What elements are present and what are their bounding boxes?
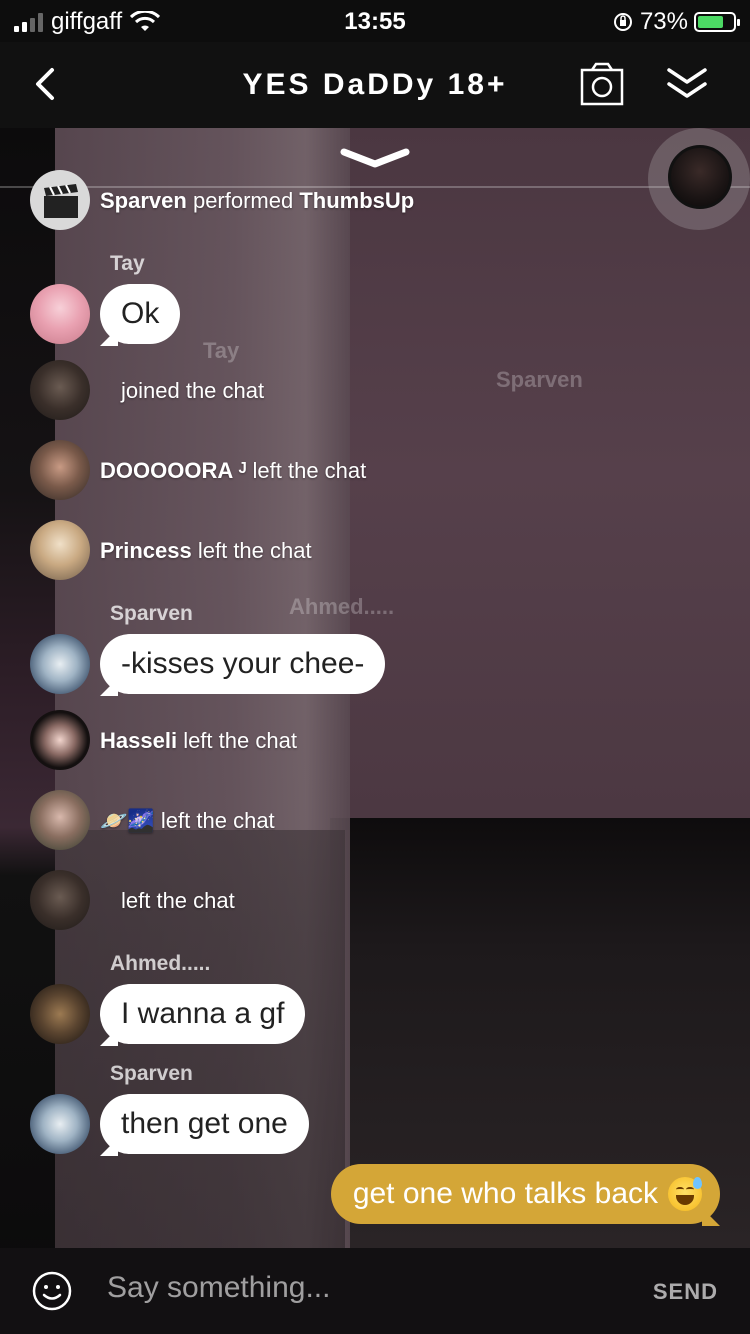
- room-title: YES DaDDy 18+: [242, 68, 508, 101]
- chat-bubble[interactable]: then get one: [100, 1094, 309, 1154]
- avatar[interactable]: [30, 1094, 90, 1154]
- system-message-text: joined the chat: [121, 378, 265, 403]
- background-room: [350, 128, 750, 818]
- avatar[interactable]: [30, 520, 90, 580]
- my-message-text: get one who talks back: [352, 1177, 658, 1210]
- system-message: Sparven performed ThumbsUp: [100, 188, 414, 214]
- avatar[interactable]: [30, 790, 90, 850]
- floating-name-label: Ahmed.....: [289, 594, 395, 619]
- system-message-text: left the chat: [160, 808, 275, 833]
- battery-percent: 73%: [639, 8, 688, 35]
- system-message-text: performed: [192, 188, 294, 213]
- chevron-down-icon[interactable]: [340, 144, 410, 174]
- system-message: joined the chat: [121, 378, 264, 404]
- battery-info: 73%: [612, 8, 740, 36]
- message-input[interactable]: [105, 1270, 609, 1306]
- sender-name[interactable]: Tay: [110, 252, 145, 276]
- chat-bubble[interactable]: I wanna a gf: [100, 984, 306, 1044]
- system-message: 🪐🌌 left the chat: [100, 808, 275, 834]
- sender-name[interactable]: Sparven: [110, 602, 193, 626]
- system-message: left the chat: [121, 888, 235, 914]
- message-composer: SEND: [0, 1248, 750, 1334]
- system-message: Princess left the chat: [100, 538, 312, 564]
- sender-name[interactable]: Sparven: [110, 1062, 193, 1086]
- orientation-lock-icon: [613, 13, 632, 31]
- system-message-user[interactable]: Sparven: [100, 188, 187, 213]
- avatar[interactable]: [30, 870, 90, 930]
- chat-screen: giffgaff 13:55 73% YES DaDDy 18+ Tay Spa…: [0, 0, 750, 1334]
- clapperboard-icon: [44, 184, 78, 218]
- battery-fill: [698, 16, 723, 28]
- sender-name[interactable]: Ahmed.....: [110, 952, 210, 976]
- system-message-user[interactable]: Hasseli: [100, 728, 177, 753]
- floating-name-label: Sparven: [496, 367, 583, 392]
- system-message: Hasseli left the chat: [100, 728, 297, 754]
- floating-name-label: Tay: [203, 338, 240, 363]
- avatar[interactable]: [30, 440, 90, 500]
- avatar[interactable]: [30, 170, 90, 230]
- camera-icon[interactable]: [580, 62, 624, 106]
- host-avatar[interactable]: [668, 145, 732, 209]
- avatar[interactable]: [30, 710, 90, 770]
- system-message-text: left the chat: [121, 888, 235, 913]
- status-bar: giffgaff 13:55 73%: [0, 0, 750, 42]
- system-message-user[interactable]: 🪐🌌: [100, 808, 155, 833]
- system-message-text: left the chat: [252, 458, 367, 483]
- chat-bubble[interactable]: Ok: [100, 284, 181, 344]
- double-chevron-down-icon[interactable]: [665, 64, 709, 104]
- my-chat-bubble[interactable]: get one who talks back: [330, 1164, 720, 1224]
- system-message-action: ThumbsUp: [299, 188, 415, 213]
- send-button[interactable]: SEND: [653, 1279, 718, 1305]
- avatar[interactable]: [30, 984, 90, 1044]
- system-message-text: left the chat: [197, 538, 312, 563]
- system-message-user[interactable]: DOOOOORA ᴶ: [100, 458, 246, 483]
- grinning-sweat-emoji-icon: [668, 1177, 702, 1211]
- smiley-icon[interactable]: [32, 1271, 72, 1311]
- system-message-user[interactable]: Princess: [100, 538, 192, 563]
- avatar[interactable]: [30, 360, 90, 420]
- system-message-text: left the chat: [183, 728, 297, 753]
- avatar[interactable]: [30, 634, 90, 694]
- chat-bubble[interactable]: -kisses your chee-: [100, 634, 386, 694]
- battery-icon: [694, 12, 740, 32]
- system-message: DOOOOORA ᴶ left the chat: [100, 458, 366, 484]
- avatar[interactable]: [30, 284, 90, 344]
- nav-bar: YES DaDDy 18+: [0, 42, 750, 128]
